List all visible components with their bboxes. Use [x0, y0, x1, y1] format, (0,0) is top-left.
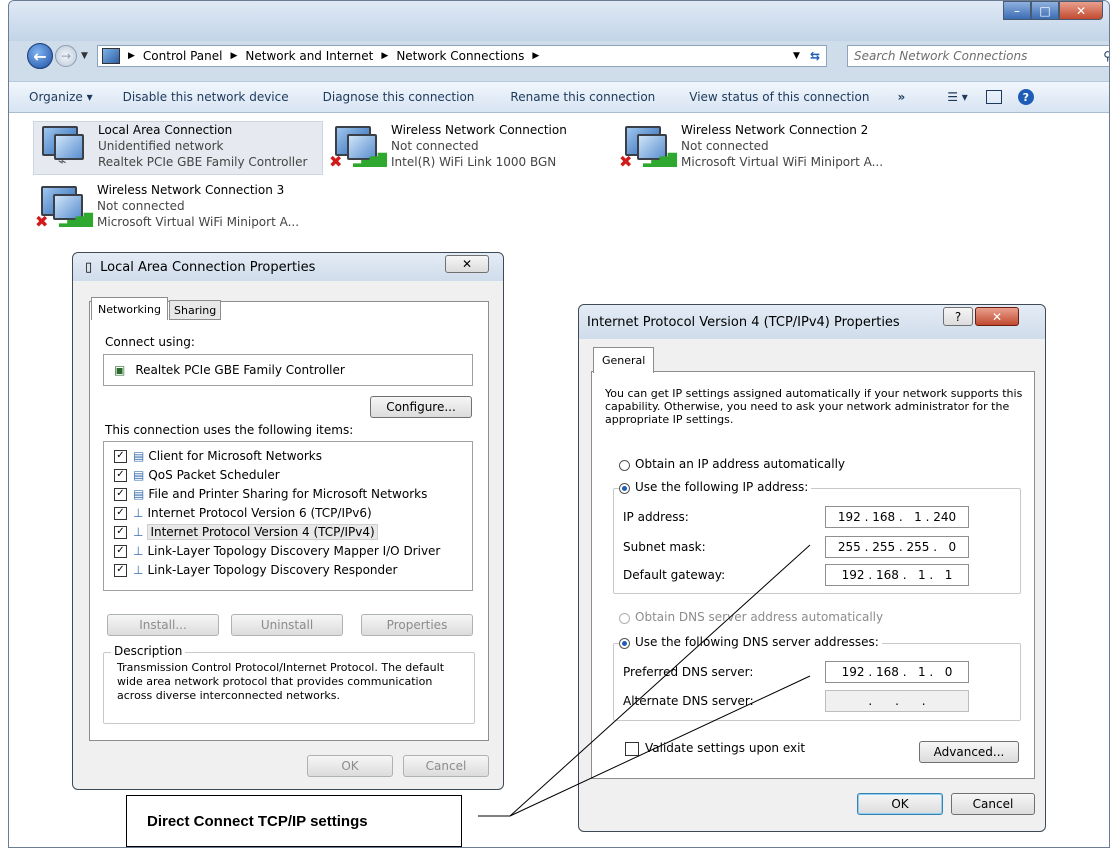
callout-label: Direct Connect TCP/IP settings — [126, 795, 462, 847]
callout-leader-lines — [478, 544, 811, 817]
